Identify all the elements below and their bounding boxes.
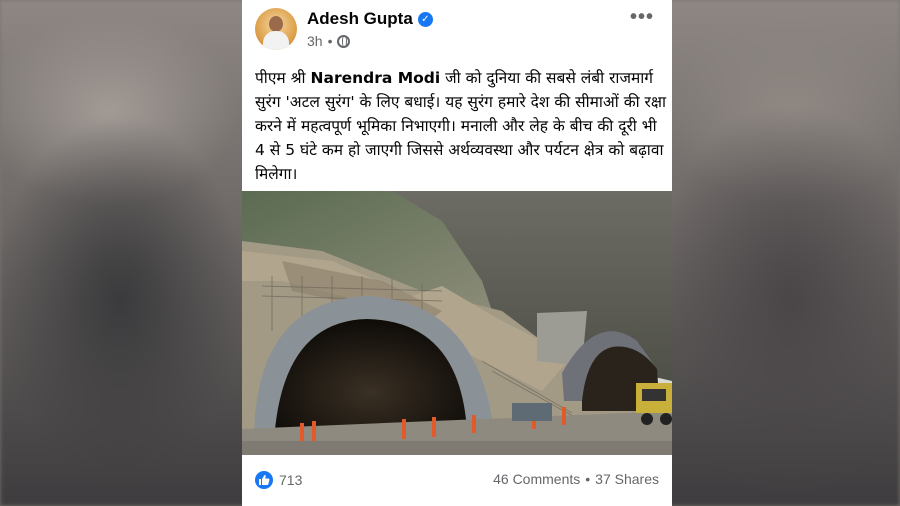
like-count: 713 [279,472,303,488]
meta-dot: • [327,33,333,49]
comments-count[interactable]: 46 Comments [493,471,580,487]
post-text-mention[interactable]: Narendra Modi [311,69,441,87]
engagement-stats: 46 Comments • 37 Shares [493,471,659,487]
reactions-summary[interactable]: 713 [255,471,302,489]
more-options-button[interactable]: ••• [630,6,654,29]
post-photo[interactable] [242,191,672,455]
post-text-before: पीएम श्री [255,69,311,87]
post-text: पीएम श्री Narendra Modi जी को दुनिया की … [255,66,667,186]
facebook-post: Adesh Gupta ✓ 3h • ••• पीएम श्री Narendr… [242,0,672,506]
globe-icon [337,34,351,48]
post-footer: 713 46 Comments • 37 Shares [242,455,672,506]
tunnel-photo-illustration [242,191,672,455]
shares-count[interactable]: 37 Shares [595,471,659,487]
stats-separator: • [585,471,591,487]
author-avatar[interactable] [255,8,297,50]
author-name[interactable]: Adesh Gupta [307,9,413,29]
like-icon [255,471,273,489]
post-header: Adesh Gupta ✓ 3h • ••• [242,0,672,62]
author-name-row[interactable]: Adesh Gupta ✓ [307,9,433,29]
post-time[interactable]: 3h [307,33,323,49]
verified-badge-icon: ✓ [417,11,433,27]
post-meta: 3h • [307,33,351,49]
